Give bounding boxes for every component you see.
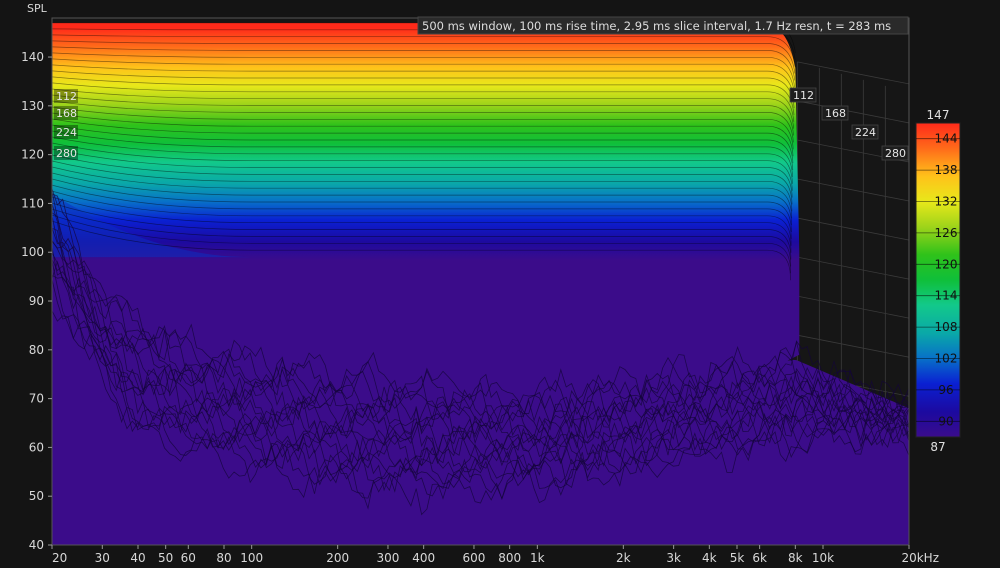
- x-tick-label: 50: [158, 551, 173, 565]
- x-tick-label: 10k: [812, 551, 834, 565]
- x-tick-label: 20kHz: [901, 551, 939, 565]
- time-marker-right: 168: [825, 107, 846, 120]
- colorbar-tick-label: 96: [938, 383, 953, 397]
- x-tick-label: 5k: [730, 551, 745, 565]
- colorbar-tick-label: 108: [935, 320, 958, 334]
- x-tick-label: 40: [130, 551, 145, 565]
- colorbar-tick-label: 144: [935, 132, 958, 146]
- plot-area: [52, 22, 909, 545]
- colorbar-max-label: 147: [927, 108, 950, 122]
- x-tick-label: 20: [52, 551, 67, 565]
- y-tick-label: 80: [29, 343, 44, 357]
- x-tick-label: 600: [463, 551, 486, 565]
- colorbar-tick-label: 132: [935, 195, 958, 209]
- info-box: 500 ms window, 100 ms rise time, 2.95 ms…: [417, 16, 909, 35]
- x-tick-label: 3k: [666, 551, 681, 565]
- y-tick-label: 90: [29, 294, 44, 308]
- y-tick-label: 140: [21, 50, 44, 64]
- colorbar-tick-label: 102: [935, 352, 958, 366]
- colorbar: 147 144 138 132 126 120 114 108 102 96 90 87: [915, 108, 961, 454]
- y-tick-label: 100: [21, 245, 44, 259]
- y-tick-label: 50: [29, 489, 44, 503]
- y-tick-label: 130: [21, 99, 44, 113]
- time-marker-right: 280: [885, 147, 906, 160]
- y-axis-label: SPL: [27, 2, 48, 15]
- x-tick-label: 4k: [702, 551, 717, 565]
- x-tick-label: 400: [412, 551, 435, 565]
- y-tick-label: 70: [29, 392, 44, 406]
- y-tick-label: 120: [21, 148, 44, 162]
- x-tick-label: 30: [95, 551, 110, 565]
- time-marker-left: 168: [56, 107, 77, 120]
- x-axis: 20 30 40 50 60 80 100 200 300 400 600 800 1k 2k 3k 4k 5k…: [51, 545, 939, 565]
- y-tick-label: 60: [29, 440, 44, 454]
- x-tick-label: 100: [240, 551, 263, 565]
- time-marker-right: 224: [855, 126, 876, 139]
- colorbar-min-label: 87: [930, 440, 945, 454]
- colorbar-tick-label: 120: [935, 257, 958, 271]
- y-axis: 40 50 60 70 80 90 100 110 120 130 140: [21, 50, 52, 552]
- x-tick-label: 1k: [530, 551, 545, 565]
- decay-surface: [52, 22, 909, 545]
- colorbar-tick-label: 90: [938, 414, 953, 428]
- x-tick-label: 2k: [616, 551, 631, 565]
- time-marker-right: 112: [793, 89, 814, 102]
- x-tick-label: 200: [326, 551, 349, 565]
- x-tick-label: 300: [377, 551, 400, 565]
- x-tick-label: 6k: [752, 551, 767, 565]
- colorbar-tick-label: 138: [935, 163, 958, 177]
- colorbar-tick-label: 114: [935, 289, 958, 303]
- x-tick-label: 80: [216, 551, 231, 565]
- x-tick-label: 8k: [788, 551, 803, 565]
- time-marker-left: 112: [56, 90, 77, 103]
- y-tick-label: 110: [21, 196, 44, 210]
- info-text: 500 ms window, 100 ms rise time, 2.95 ms…: [422, 19, 891, 33]
- x-tick-label: 60: [181, 551, 196, 565]
- time-marker-left: 280: [56, 147, 77, 160]
- waterfall-chart: 40 50 60 70 80 90 100 110 120 130 140 20 30 40 50 60 80…: [21, 2, 961, 565]
- time-marker-left: 224: [56, 126, 77, 139]
- y-tick-label: 40: [29, 538, 44, 552]
- x-tick-label: 800: [498, 551, 521, 565]
- colorbar-tick-label: 126: [935, 226, 958, 240]
